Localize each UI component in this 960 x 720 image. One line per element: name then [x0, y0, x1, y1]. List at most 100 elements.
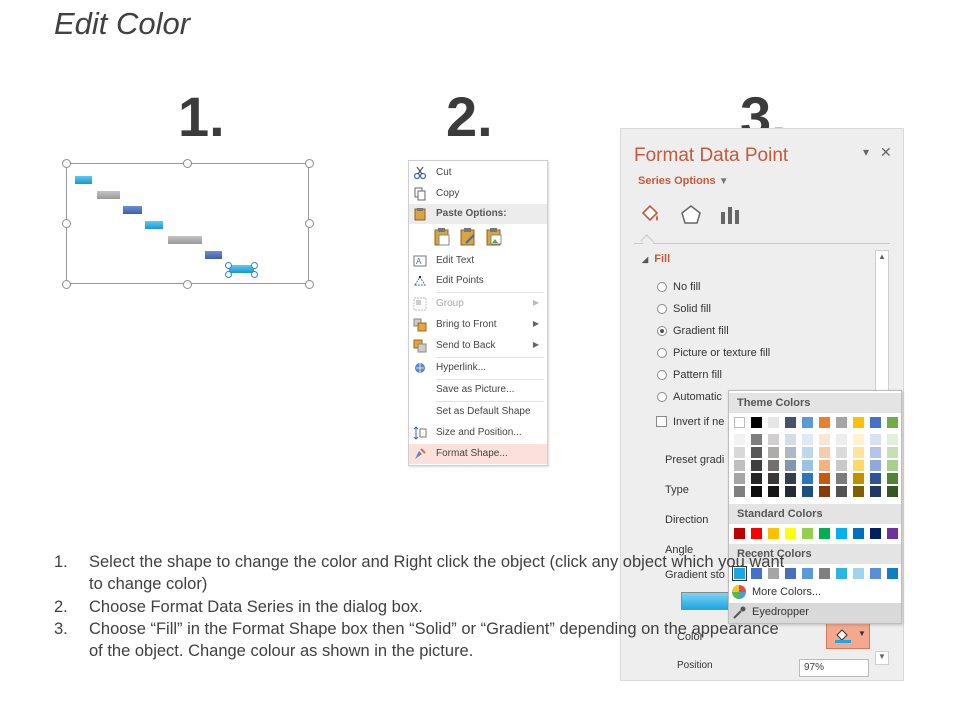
- theme-shade-swatch[interactable]: [853, 473, 864, 484]
- menu-item-copy[interactable]: Copy: [409, 184, 547, 204]
- bar-handle[interactable]: [251, 262, 258, 269]
- recent-color-swatch[interactable]: [853, 568, 864, 579]
- theme-color-swatch[interactable]: [870, 417, 881, 428]
- recent-color-swatch[interactable]: [887, 568, 898, 579]
- standard-color-swatch[interactable]: [734, 528, 745, 539]
- standard-color-swatch[interactable]: [870, 528, 881, 539]
- gantt-bar[interactable]: [168, 236, 202, 244]
- menu-item-group[interactable]: Group ▶: [409, 294, 547, 314]
- theme-shade-swatch[interactable]: [768, 460, 779, 471]
- gantt-bar[interactable]: [205, 251, 222, 259]
- theme-shade-swatch[interactable]: [785, 473, 796, 484]
- theme-color-swatch[interactable]: [836, 417, 847, 428]
- theme-color-swatch[interactable]: [819, 417, 830, 428]
- menu-item-size-and-position[interactable]: Size and Position...: [409, 423, 547, 443]
- standard-color-swatch[interactable]: [768, 528, 779, 539]
- menu-item-hyperlink[interactable]: Hyperlink...: [409, 358, 547, 378]
- theme-shade-swatch[interactable]: [870, 434, 881, 445]
- standard-color-swatch[interactable]: [836, 528, 847, 539]
- standard-color-swatch[interactable]: [802, 528, 813, 539]
- theme-shade-swatch[interactable]: [768, 473, 779, 484]
- theme-shade-swatch[interactable]: [887, 434, 898, 445]
- theme-shade-swatch[interactable]: [751, 447, 762, 458]
- recent-color-swatch[interactable]: [836, 568, 847, 579]
- fill-line-tab-icon[interactable]: [638, 203, 662, 227]
- resize-handle[interactable]: [62, 159, 71, 168]
- resize-handle[interactable]: [183, 159, 192, 168]
- fill-section-header[interactable]: ◢ Fill: [642, 253, 670, 265]
- theme-shade-swatch[interactable]: [802, 486, 813, 497]
- radio-automatic[interactable]: [657, 392, 667, 402]
- bar-handle[interactable]: [225, 271, 232, 278]
- theme-color-swatch[interactable]: [802, 417, 813, 428]
- theme-shade-swatch[interactable]: [819, 434, 830, 445]
- gantt-bar[interactable]: [75, 176, 92, 184]
- scroll-up-icon[interactable]: ▲: [878, 252, 886, 261]
- color-picker-button[interactable]: ▼: [826, 621, 870, 649]
- theme-shade-swatch[interactable]: [734, 473, 745, 484]
- theme-shade-swatch[interactable]: [819, 486, 830, 497]
- theme-shade-swatch[interactable]: [836, 434, 847, 445]
- theme-shade-swatch[interactable]: [853, 460, 864, 471]
- bar-handle[interactable]: [251, 271, 258, 278]
- menu-item-save-as-picture[interactable]: Save as Picture...: [409, 380, 547, 400]
- bar-handle[interactable]: [225, 262, 232, 269]
- paste-keep-source-icon[interactable]: [433, 227, 451, 247]
- theme-shade-swatch[interactable]: [887, 486, 898, 497]
- theme-shade-swatch[interactable]: [802, 460, 813, 471]
- menu-item-bring-to-front[interactable]: Bring to Front ▶: [409, 315, 547, 335]
- radio-picture-fill[interactable]: [657, 348, 667, 358]
- paste-picture-icon[interactable]: [485, 227, 503, 247]
- resize-handle[interactable]: [305, 280, 314, 289]
- series-options-dropdown[interactable]: Series Options ▼: [638, 175, 729, 187]
- pane-options-chevron-icon[interactable]: ▾: [863, 145, 869, 159]
- resize-handle[interactable]: [305, 219, 314, 228]
- gantt-bar[interactable]: [97, 191, 120, 199]
- theme-shade-swatch[interactable]: [734, 447, 745, 458]
- menu-item-send-to-back[interactable]: Send to Back ▶: [409, 336, 547, 356]
- standard-color-swatch[interactable]: [819, 528, 830, 539]
- resize-handle[interactable]: [305, 159, 314, 168]
- menu-item-set-default-shape[interactable]: Set as Default Shape: [409, 402, 547, 422]
- radio-solid-fill[interactable]: [657, 304, 667, 314]
- theme-shade-swatch[interactable]: [734, 486, 745, 497]
- theme-shade-swatch[interactable]: [853, 434, 864, 445]
- theme-shade-swatch[interactable]: [819, 460, 830, 471]
- theme-shade-swatch[interactable]: [836, 460, 847, 471]
- theme-shade-swatch[interactable]: [802, 447, 813, 458]
- theme-shade-swatch[interactable]: [836, 447, 847, 458]
- paste-use-destination-icon[interactable]: [459, 227, 477, 247]
- standard-color-swatch[interactable]: [853, 528, 864, 539]
- series-options-tab-icon[interactable]: [718, 203, 742, 227]
- theme-color-swatch[interactable]: [768, 417, 779, 428]
- theme-shade-swatch[interactable]: [751, 473, 762, 484]
- theme-shade-swatch[interactable]: [734, 434, 745, 445]
- theme-shade-swatch[interactable]: [819, 447, 830, 458]
- invert-checkbox[interactable]: [656, 416, 667, 427]
- theme-shade-swatch[interactable]: [751, 460, 762, 471]
- menu-item-format-shape[interactable]: Format Shape...: [409, 444, 547, 464]
- theme-color-swatch[interactable]: [751, 417, 762, 428]
- radio-gradient-fill[interactable]: [657, 326, 667, 336]
- theme-shade-swatch[interactable]: [768, 434, 779, 445]
- close-icon[interactable]: ✕: [880, 144, 892, 161]
- recent-color-swatch[interactable]: [870, 568, 881, 579]
- theme-shade-swatch[interactable]: [870, 447, 881, 458]
- resize-handle[interactable]: [183, 280, 192, 289]
- theme-shade-swatch[interactable]: [785, 460, 796, 471]
- radio-pattern-fill[interactable]: [657, 370, 667, 380]
- theme-shade-swatch[interactable]: [802, 473, 813, 484]
- theme-shade-swatch[interactable]: [836, 473, 847, 484]
- theme-color-swatch[interactable]: [785, 417, 796, 428]
- theme-shade-swatch[interactable]: [768, 486, 779, 497]
- theme-shade-swatch[interactable]: [751, 434, 762, 445]
- theme-shade-swatch[interactable]: [870, 460, 881, 471]
- resize-handle[interactable]: [62, 219, 71, 228]
- menu-item-edit-text[interactable]: A Edit Text: [409, 251, 547, 271]
- theme-shade-swatch[interactable]: [819, 473, 830, 484]
- recent-color-swatch[interactable]: [785, 568, 796, 579]
- theme-shade-swatch[interactable]: [836, 486, 847, 497]
- theme-shade-swatch[interactable]: [887, 447, 898, 458]
- more-colors-item[interactable]: More Colors...: [729, 583, 901, 603]
- standard-color-swatch[interactable]: [887, 528, 898, 539]
